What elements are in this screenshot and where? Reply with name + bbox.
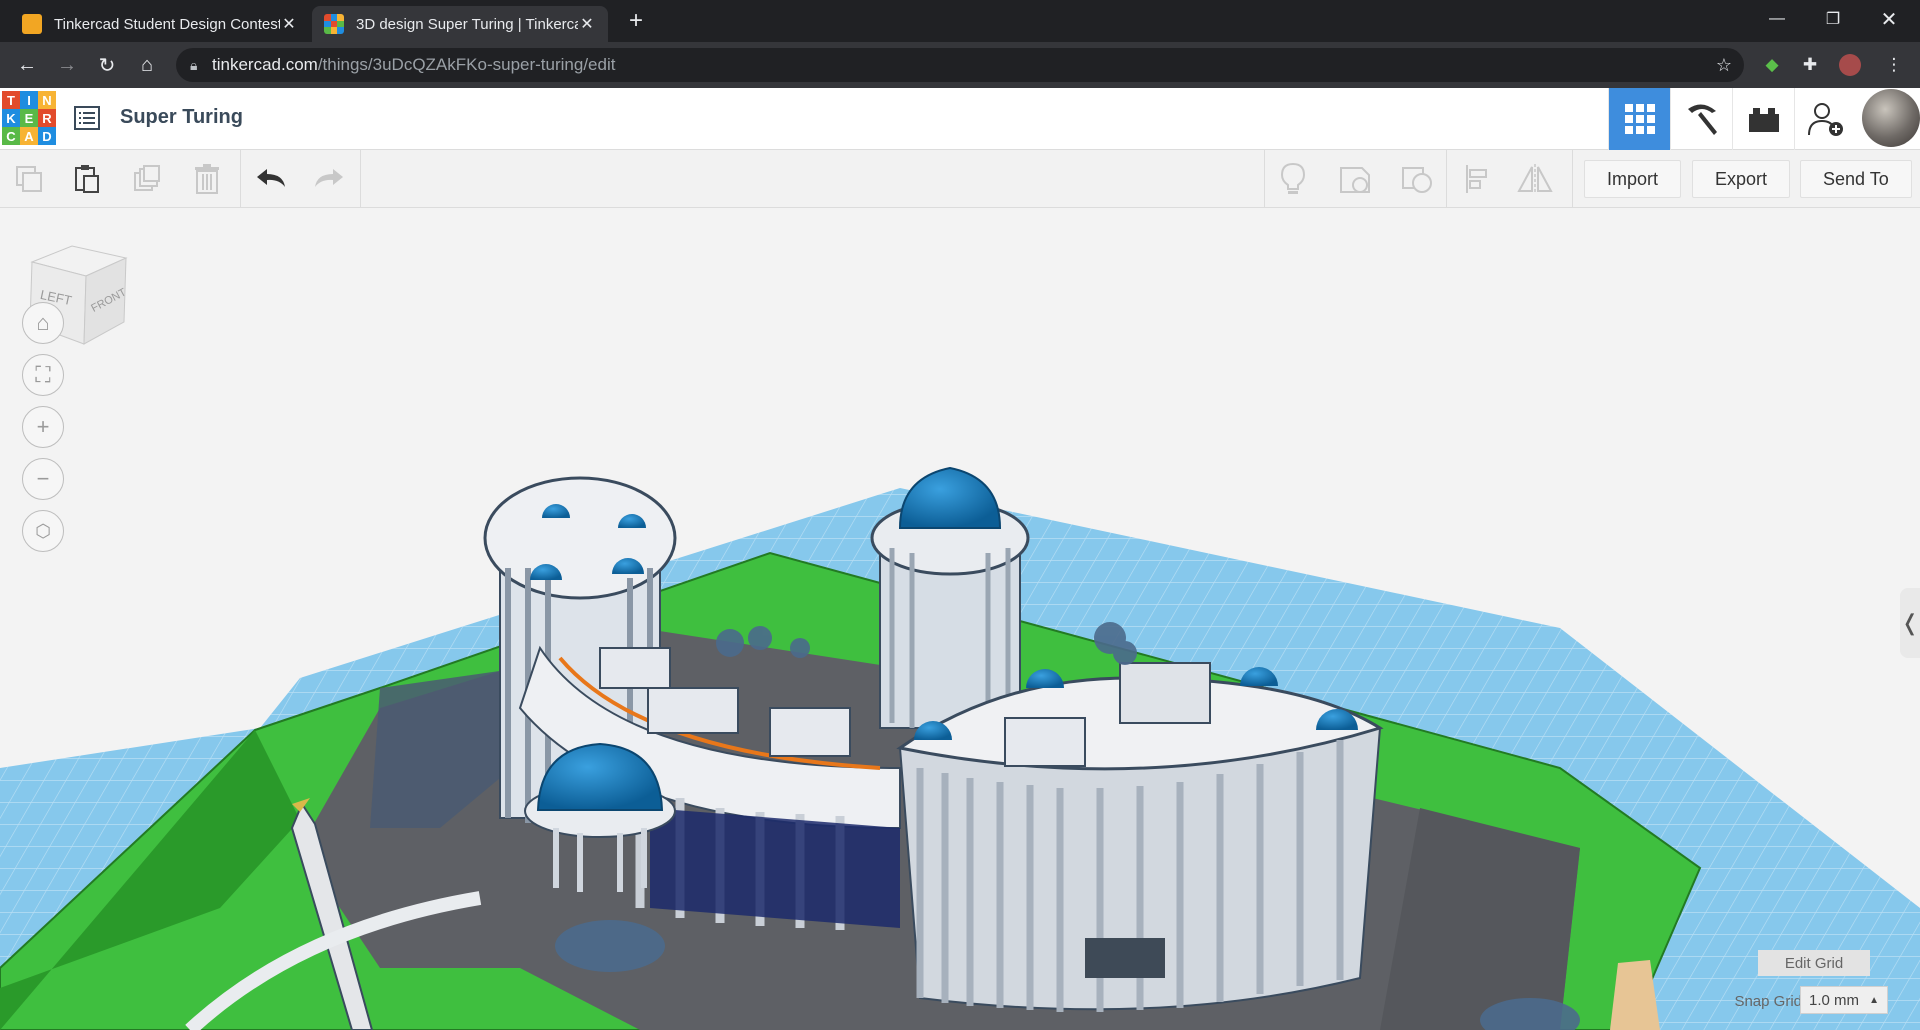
snap-grid-value: 1.0 mm [1809,991,1860,1009]
logo-letter: N [38,91,56,109]
paste-icon[interactable] [68,160,106,198]
snap-grid-label: Snap Grid [1734,993,1802,1010]
address-bar[interactable]: 🔒︎ tinkercad.com/things/3uDcQZAkFKo-supe… [176,48,1744,82]
close-window-icon[interactable]: ✕ [1866,0,1912,38]
toolbar-divider [1264,150,1265,208]
editor-toolbar: Import Export Send To [0,150,1920,208]
close-tab-icon[interactable]: ✕ [578,14,596,34]
main-building [896,662,1384,1012]
toolbar-divider [1446,150,1447,208]
snap-grid-select[interactable]: 1.0 mm ▲ [1800,986,1888,1014]
minimize-icon[interactable]: — [1754,0,1800,38]
send-to-button[interactable]: Send To [1800,160,1912,198]
bookmark-star-icon[interactable]: ☆ [1716,55,1732,76]
delete-icon[interactable] [188,160,226,198]
duplicate-icon[interactable] [128,160,166,198]
tinkercad-favicon-icon [324,14,344,34]
fit-view-icon: ⛶ [35,362,51,387]
browser-toolbar: ← → ↻ ⌂ 🔒︎ tinkercad.com/things/3uDcQZAk… [0,42,1920,88]
caret-up-icon: ▲ [1869,994,1879,1006]
logo-letter: D [38,127,56,145]
brick-icon [1748,108,1779,132]
zoom-in-button[interactable]: + [22,406,64,448]
import-button[interactable]: Import [1584,160,1682,198]
logo-letter: R [38,109,56,127]
design-list-icon[interactable] [74,106,100,130]
browser-tab-contest[interactable]: Tinkercad Student Design Contest ✕ [10,6,310,42]
extension-icon[interactable]: ◆ [1758,51,1786,79]
close-tab-icon[interactable]: ✕ [280,14,298,34]
pickaxe-icon [1687,104,1717,135]
minus-icon: − [36,466,50,491]
tinkercad-header: T I N K E R C A D Super Turing [0,88,1920,150]
restore-icon[interactable]: ❐ [1810,0,1856,38]
logo-letter: K [2,109,20,127]
blocks-view-button[interactable] [1670,88,1732,150]
toolbar-divider [360,150,361,208]
invite-user-button[interactable] [1794,88,1856,150]
url-host: tinkercad.com [212,55,318,74]
logo-letter: C [2,127,20,145]
profile-icon[interactable] [1836,51,1864,79]
forward-icon[interactable]: → [52,50,82,80]
add-user-icon [1807,103,1843,136]
plus-icon: + [36,414,50,439]
redo-icon[interactable] [310,160,348,198]
chevron-left-icon: ❬ [1900,610,1920,635]
grid-icon [1624,104,1655,134]
browser-tab-design[interactable]: 3D design Super Turing | Tinkercad ✕ [312,6,608,42]
copy-icon[interactable] [10,160,48,198]
browser-tab-strip: Tinkercad Student Design Contest ✕ 3D de… [0,0,1920,42]
cube-icon: ⬡ [35,520,51,541]
back-icon[interactable]: ← [12,50,42,80]
tinkercad-logo[interactable]: T I N K E R C A D [2,91,57,145]
perspective-button[interactable]: ⬡ [22,510,64,552]
design-title[interactable]: Super Turing [120,106,243,129]
menu-dots-icon[interactable]: ⋮ [1880,51,1908,79]
toolbar-divider [1572,150,1573,208]
3d-view-button[interactable] [1608,88,1670,150]
home-icon[interactable]: ⌂ [132,50,162,80]
logo-letter: I [20,91,38,109]
puzzle-icon[interactable]: ✚ [1796,51,1824,79]
contest-favicon-icon [22,14,42,34]
mirror-icon[interactable] [1516,160,1554,198]
logo-letter: A [20,127,38,145]
logo-letter: E [20,109,38,127]
ungroup-icon[interactable] [1398,160,1436,198]
zoom-out-button[interactable]: − [22,458,64,500]
url-path: /things/3uDcQZAkFKo-super-turing/edit [317,55,616,74]
home-icon: ⌂ [36,310,50,335]
tab-title: 3D design Super Turing | Tinkercad [356,15,578,33]
avatar[interactable] [1862,89,1920,147]
export-button[interactable]: Export [1692,160,1791,198]
workplane-canvas[interactable]: LEFT FRONT ⌂ ⛶ + − ⬡ ❬ Edit Grid Snap Gr… [0,208,1920,1030]
reload-icon[interactable]: ↻ [92,50,122,80]
align-icon[interactable] [1458,160,1496,198]
edit-grid-button[interactable]: Edit Grid [1758,950,1870,976]
logo-letter: T [2,91,20,109]
3d-scene[interactable] [0,208,1920,1030]
undo-icon[interactable] [252,160,290,198]
home-view-button[interactable]: ⌂ [22,302,64,344]
lock-icon: 🔒︎ [190,56,198,73]
toolbar-divider [240,150,241,208]
notes-lightbulb-icon[interactable] [1274,160,1312,198]
panel-collapse-handle[interactable]: ❬ [1900,588,1920,658]
bricks-view-button[interactable] [1732,88,1794,150]
new-tab-button[interactable]: + [620,8,652,34]
fit-all-button[interactable]: ⛶ [22,354,64,396]
tab-title: Tinkercad Student Design Contest [54,15,280,33]
group-icon[interactable] [1336,160,1374,198]
